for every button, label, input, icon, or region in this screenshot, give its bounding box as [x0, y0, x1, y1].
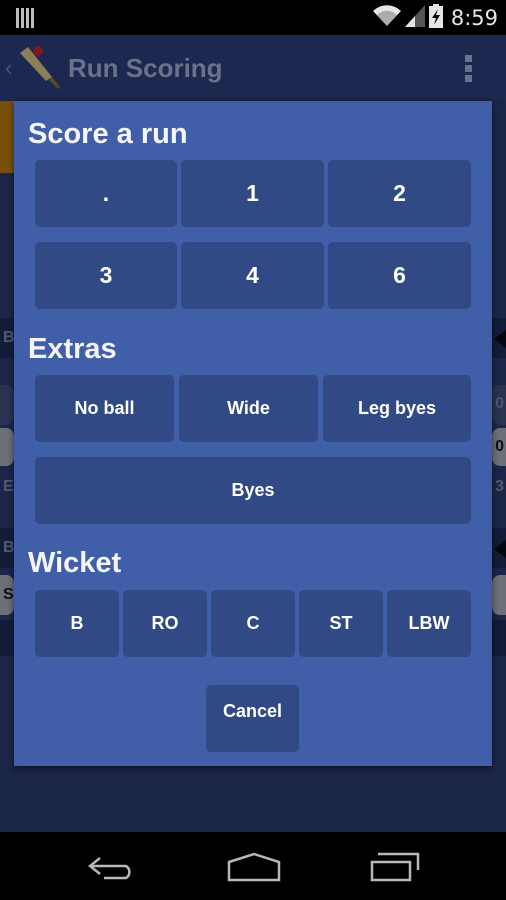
- score-4-button[interactable]: 4: [181, 242, 324, 309]
- wicket-section-title: Wicket: [28, 547, 122, 579]
- cricket-bat-icon[interactable]: [16, 45, 64, 96]
- extras-section-title: Extras: [28, 333, 117, 365]
- background-arrow-icon: [494, 540, 506, 558]
- cancel-button[interactable]: Cancel: [206, 685, 299, 752]
- background-text: 0: [495, 438, 504, 455]
- wicket-stumped-button[interactable]: ST: [299, 590, 383, 657]
- background-arrow-icon: [494, 330, 506, 348]
- wide-button[interactable]: Wide: [179, 375, 318, 442]
- score-section-title: Score a run: [28, 118, 188, 150]
- wifi-icon: [372, 4, 401, 32]
- background-text: B: [3, 539, 15, 556]
- wicket-run-out-button[interactable]: RO: [123, 590, 207, 657]
- battery-charging-icon: [428, 3, 443, 33]
- score-dot-button[interactable]: .: [35, 160, 177, 227]
- score-1-button[interactable]: 1: [181, 160, 324, 227]
- navigation-bar: [0, 832, 506, 900]
- back-chevron-icon[interactable]: ‹: [5, 55, 12, 81]
- status-time: 8:59: [450, 6, 498, 30]
- cell-signal-icon: [404, 4, 425, 32]
- recent-apps-icon[interactable]: [370, 852, 420, 887]
- leg-byes-button[interactable]: Leg byes: [323, 375, 471, 442]
- overflow-menu-icon[interactable]: [465, 55, 473, 85]
- score-6-button[interactable]: 6: [328, 242, 471, 309]
- status-bar: 8:59: [0, 0, 506, 35]
- background-text: S: [3, 586, 14, 603]
- background-chip: [0, 428, 14, 466]
- score-2-button[interactable]: 2: [328, 160, 471, 227]
- app-bar: ‹ Run Scoring: [0, 35, 506, 100]
- background-chip: [0, 385, 14, 425]
- no-ball-button[interactable]: No ball: [35, 375, 174, 442]
- home-icon[interactable]: [227, 852, 281, 887]
- background-text: 0: [495, 395, 504, 412]
- notification-bars-icon: [16, 8, 34, 33]
- scoring-dialog: Score a run . 1 2 3 4 6 Extras No ball W…: [14, 101, 492, 766]
- background-chip: [492, 575, 506, 615]
- byes-button[interactable]: Byes: [35, 457, 471, 524]
- background-text: 3: [495, 478, 504, 495]
- score-3-button[interactable]: 3: [35, 242, 177, 309]
- back-icon[interactable]: [87, 854, 136, 885]
- background-text: B: [3, 329, 15, 346]
- app-title: Run Scoring: [68, 53, 223, 83]
- wicket-lbw-button[interactable]: LBW: [387, 590, 471, 657]
- wicket-bowled-button[interactable]: B: [35, 590, 119, 657]
- status-icons: 8:59: [372, 3, 498, 33]
- background-text: E: [3, 478, 14, 495]
- wicket-caught-button[interactable]: C: [211, 590, 295, 657]
